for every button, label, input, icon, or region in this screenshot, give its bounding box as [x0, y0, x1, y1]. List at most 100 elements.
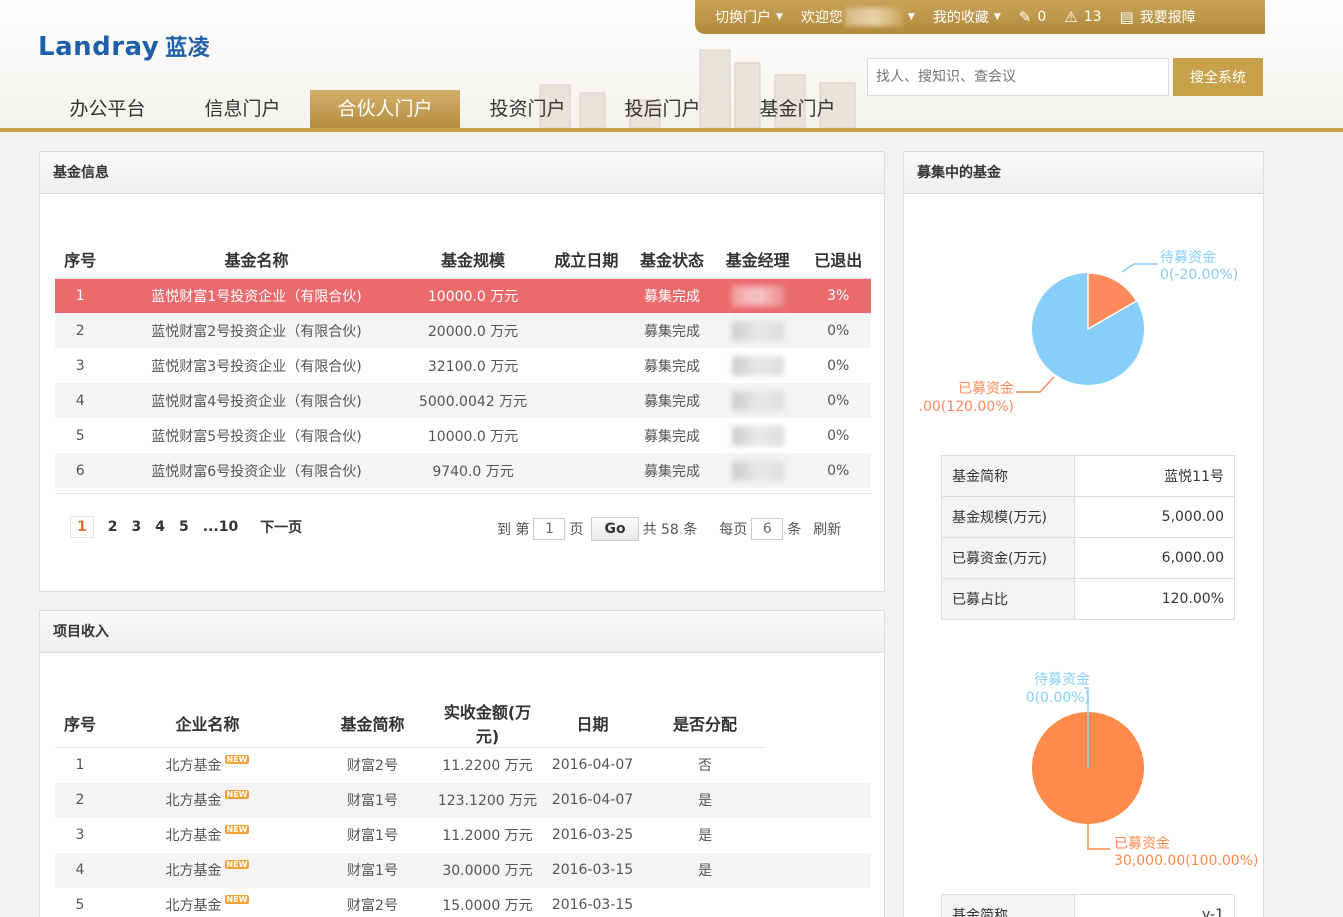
column-header: 基金简称: [310, 699, 435, 748]
page-link-0[interactable]: 1: [70, 516, 94, 538]
fund-manager: [710, 348, 806, 383]
column-header: 成立日期: [538, 240, 635, 279]
column-spacer: [765, 699, 871, 748]
fund-scale: 9740.0 万元: [407, 453, 539, 488]
page-label: 页: [569, 522, 584, 538]
fund-exit: 0%: [827, 357, 850, 374]
fund-name-link[interactable]: 蓝悦财富3号投资企业（有限合伙): [105, 348, 407, 383]
main-nav: 办公平台 信息门户 合伙人门户 投资门户 投后门户 基金门户: [40, 90, 865, 128]
row-number: 2: [55, 782, 105, 818]
page-link-3[interactable]: 4: [155, 519, 165, 535]
company-name-link[interactable]: 北方基金 NEW: [105, 818, 310, 853]
report-button[interactable]: ▤ 我要报障: [1120, 7, 1196, 27]
welcome-label: 欢迎您: [800, 10, 843, 26]
todo-button[interactable]: ✎ 0: [1019, 8, 1047, 26]
nav-tab-0[interactable]: 办公平台: [40, 90, 175, 128]
pie1-raised-label: 已募资金: [958, 381, 1014, 397]
table-row[interactable]: 3 蓝悦财富3号投资企业（有限合伙) 32100.0 万元 募集完成 0%: [55, 348, 871, 383]
manager-name-redacted: [731, 425, 784, 446]
welcome-user[interactable]: 欢迎您 ▼: [801, 7, 915, 27]
info-row: 已募资金(万元) 6,000.00: [941, 537, 1235, 579]
per-page-input[interactable]: 6: [751, 518, 784, 540]
distributed-flag: 是: [698, 828, 712, 844]
todo-count: 0: [1037, 9, 1047, 25]
company-name-link[interactable]: 北方基金 NEW: [105, 782, 310, 818]
column-header: 企业名称: [105, 699, 310, 748]
company-name-link[interactable]: 北方基金 NEW: [105, 852, 310, 888]
table-row[interactable]: 3 北方基金 NEW 财富1号 11.2000 万元 2016-03-25 是: [55, 818, 871, 853]
manager-name-redacted: [731, 390, 784, 411]
company-name-link[interactable]: 北方基金 NEW: [105, 888, 310, 917]
info-value: 5,000.00: [1074, 496, 1235, 538]
pie-chart-1: 待募资金 0(-20.00%) 已募资金 .00(120.00%): [919, 250, 1239, 415]
income-table: 序号 企业名称 基金简称 实收金额(万元) 日期 是否分配 1 北方基金 NEW 财富2号 11.…: [55, 699, 871, 917]
fund-short-name: 财富2号: [347, 758, 398, 775]
alert-button[interactable]: ⚠ 13: [1064, 8, 1101, 26]
manager-name-redacted: [731, 355, 784, 376]
nav-tab-5[interactable]: 基金门户: [730, 90, 865, 128]
table-row[interactable]: 6 蓝悦财富6号投资企业（有限合伙) 9740.0 万元 募集完成 0%: [55, 453, 871, 488]
nav-tab-4[interactable]: 投后门户: [595, 90, 730, 128]
fund-name-link[interactable]: 蓝悦财富5号投资企业（有限合伙): [105, 418, 407, 453]
nav-tab-1[interactable]: 信息门户: [175, 90, 310, 128]
fund-status: 募集完成: [634, 313, 710, 348]
info-value: y-1: [1074, 894, 1235, 917]
caret-down-icon: ▼: [993, 12, 1001, 22]
total-count: 共 58 条: [642, 522, 698, 538]
row-spacer: [765, 782, 871, 818]
info-key: 已募资金(万元): [941, 537, 1075, 579]
refresh-link[interactable]: 刷新: [813, 519, 841, 539]
table-row[interactable]: 4 北方基金 NEW 财富1号 30.0000 万元 2016-03-15 是: [55, 852, 871, 888]
fund-name-link[interactable]: 蓝悦财富2号投资企业（有限合伙): [105, 313, 408, 348]
column-header: 是否分配: [645, 699, 765, 748]
page-link-4[interactable]: 5: [179, 519, 189, 535]
company-name: 北方基金: [165, 793, 222, 809]
fund-manager: [709, 383, 806, 418]
page-number-input[interactable]: 1: [533, 518, 566, 540]
nav-tab-2[interactable]: 合伙人门户: [310, 90, 460, 128]
table-row[interactable]: 5 北方基金 NEW 财富2号 15.0000 万元 2016-03-15: [55, 888, 871, 917]
page-link-2[interactable]: 3: [132, 519, 142, 535]
table-row[interactable]: 1 蓝悦财富1号投资企业（有限合伙) 10000.0 万元 募集完成 3%: [55, 278, 871, 313]
company-name-link[interactable]: 北方基金 NEW: [105, 748, 310, 783]
table-row[interactable]: 1 北方基金 NEW 财富2号 11.2200 万元 2016-04-07 否: [55, 748, 871, 783]
next-page-link[interactable]: 下一页: [260, 517, 302, 537]
fund-name-link[interactable]: 蓝悦财富6号投资企业（有限合伙): [105, 453, 408, 488]
raising-funds-panel: 募集中的基金 待募资金 0(-20.00%) 已募资金 .00(120.00%)…: [903, 151, 1264, 917]
switch-portal-label: 切换门户: [715, 10, 771, 26]
project-income-panel: 项目收入 序号 企业名称 基金简称 实收金额(万元) 日期 是否分配 1 北方基金 NEW 财富…: [39, 610, 885, 917]
info-key: 基金简称: [941, 894, 1075, 917]
row-number: 1: [75, 757, 85, 774]
fund-short-name: 财富1号: [310, 852, 435, 888]
distributed-flag: 是: [645, 782, 765, 818]
panel-title: 项目收入: [40, 611, 884, 653]
favorites-menu[interactable]: 我的收藏 ▼: [933, 7, 1001, 27]
new-badge: NEW: [224, 790, 250, 799]
page-link-1[interactable]: 2: [108, 519, 118, 535]
page-link-5[interactable]: ...10: [203, 519, 238, 535]
table-row[interactable]: 4 蓝悦财富4号投资企业（有限合伙) 5000.0042 万元 募集完成 0%: [55, 383, 871, 418]
fund-scale: 32100.0 万元: [427, 358, 519, 375]
table-row[interactable]: 2 蓝悦财富2号投资企业（有限合伙) 20000.0 万元 募集完成 0%: [55, 313, 871, 348]
fund-info-panel: 基金信息 序号 基金名称 基金规模 成立日期 基金状态 基金经理 已退出 1 蓝悦财富1号投资…: [39, 151, 885, 592]
fund-exit: 0%: [827, 427, 850, 444]
go-button[interactable]: Go: [591, 517, 639, 541]
favorites-label: 我的收藏: [932, 10, 989, 26]
info-row: 已募占比 120.00%: [941, 578, 1235, 620]
row-number: 2: [55, 313, 106, 348]
nav-tab-3[interactable]: 投资门户: [460, 90, 595, 128]
table-row[interactable]: 2 北方基金 NEW 财富1号 123.1200 万元 2016-04-07 是: [55, 782, 871, 818]
column-header: 基金名称: [105, 240, 408, 279]
pie1-raised-value: .00(120.00%): [919, 399, 1014, 415]
row-number: 4: [55, 383, 106, 418]
switch-portal-menu[interactable]: 切换门户 ▼: [715, 7, 783, 27]
landray-logo[interactable]: Landray 蓝凌: [38, 30, 210, 62]
fund-exit: 0%: [805, 383, 871, 418]
fund-manager: [709, 453, 806, 488]
received-amount: 11.2000 万元: [442, 828, 533, 844]
search-input[interactable]: [867, 58, 1169, 96]
fund-name-link[interactable]: 蓝悦财富4号投资企业（有限合伙): [105, 383, 408, 418]
search-button[interactable]: 搜全系统: [1173, 58, 1263, 96]
table-row[interactable]: 5 蓝悦财富5号投资企业（有限合伙) 10000.0 万元 募集完成 0%: [55, 418, 871, 453]
fund-name-link[interactable]: 蓝悦财富1号投资企业（有限合伙): [105, 278, 408, 313]
